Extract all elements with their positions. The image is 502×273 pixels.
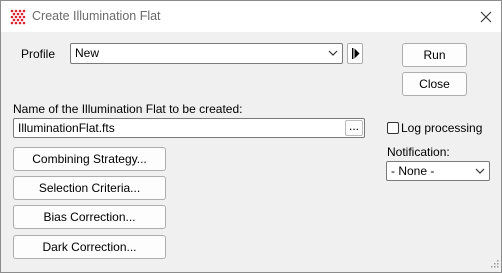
log-processing-checkbox[interactable]: [387, 122, 399, 134]
chevron-down-icon: [328, 50, 338, 56]
title-bar[interactable]: Create Illumination Flat: [1, 1, 501, 32]
profile-menu-button[interactable]: [347, 43, 363, 64]
chevron-down-icon: [475, 168, 485, 174]
name-field-label: Name of the Illumination Flat to be crea…: [13, 102, 243, 116]
log-processing-label: Log processing: [401, 121, 483, 135]
bias-correction-button[interactable]: Bias Correction...: [13, 205, 166, 229]
profile-value: New: [75, 46, 100, 60]
app-icon: [10, 9, 26, 25]
profile-dropdown[interactable]: New: [70, 43, 343, 64]
notification-value: - None -: [391, 164, 435, 178]
notification-dropdown[interactable]: - None -: [386, 161, 490, 181]
window-title: Create Illumination Flat: [32, 9, 161, 23]
flat-name-input[interactable]: IlluminationFlat.fts: [13, 118, 365, 138]
close-button[interactable]: Close: [402, 72, 467, 96]
profile-label: Profile: [21, 47, 56, 61]
dark-correction-button[interactable]: Dark Correction...: [13, 235, 166, 259]
resize-grip-icon[interactable]: [489, 260, 499, 270]
notification-label: Notification:: [387, 145, 450, 159]
run-button[interactable]: Run: [402, 43, 467, 67]
flat-name-value: IlluminationFlat.fts: [18, 121, 115, 135]
combining-strategy-button[interactable]: Combining Strategy...: [13, 147, 166, 171]
dialog-window: Create Illumination Flat Profile New Run…: [0, 0, 502, 273]
play-arrow-icon: [352, 48, 360, 59]
browse-button[interactable]: ...: [345, 120, 363, 136]
selection-criteria-button[interactable]: Selection Criteria...: [13, 176, 166, 200]
close-window-icon[interactable]: [477, 8, 495, 26]
